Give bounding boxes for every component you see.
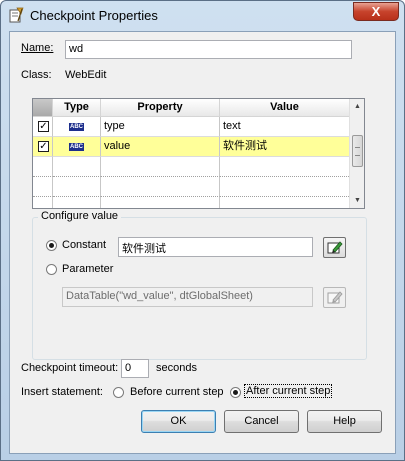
row-checkbox-cell[interactable]: ✓ bbox=[33, 137, 53, 157]
parameter-edit-button bbox=[323, 287, 346, 308]
scroll-down-icon[interactable]: ▼ bbox=[350, 193, 365, 208]
timeout-unit: seconds bbox=[156, 362, 197, 374]
row-checkbox-cell[interactable]: ✓ bbox=[33, 117, 53, 137]
cancel-button[interactable]: Cancel bbox=[224, 410, 299, 433]
after-current-step-label[interactable]: After current step bbox=[243, 384, 333, 398]
row-checkbox[interactable]: ✓ bbox=[38, 121, 49, 132]
text-type-icon: ABC bbox=[69, 123, 84, 131]
edit-icon bbox=[327, 241, 343, 254]
scroll-thumb[interactable] bbox=[352, 135, 363, 167]
constant-label[interactable]: Constant bbox=[62, 239, 106, 251]
empty-row bbox=[33, 157, 349, 177]
configure-value-title: Configure value bbox=[38, 210, 122, 222]
window-title: Checkpoint Properties bbox=[30, 8, 158, 23]
name-label: Name: bbox=[21, 42, 54, 54]
close-button[interactable]: X bbox=[353, 2, 399, 21]
grid-header-value[interactable]: Value bbox=[220, 99, 349, 117]
checkpoint-properties-dialog: Checkpoint Properties X Name: wd Class: … bbox=[0, 0, 405, 461]
scroll-up-icon[interactable]: ▲ bbox=[350, 99, 365, 114]
grid-header-property[interactable]: Property bbox=[101, 99, 220, 117]
before-current-step-label[interactable]: Before current step bbox=[130, 386, 224, 398]
before-current-step-radio[interactable] bbox=[113, 387, 124, 398]
table-row[interactable]: ✓ ABC type text bbox=[33, 117, 349, 137]
empty-row bbox=[33, 197, 349, 208]
constant-edit-button[interactable] bbox=[323, 237, 346, 258]
grid-scrollbar[interactable]: ▲ ▼ bbox=[349, 99, 364, 208]
row-type-cell: ABC bbox=[53, 137, 101, 157]
row-type-cell: ABC bbox=[53, 117, 101, 137]
name-input[interactable]: wd bbox=[65, 40, 352, 59]
insert-statement-label: Insert statement: bbox=[21, 386, 103, 398]
text-type-icon: ABC bbox=[69, 143, 84, 151]
row-value: text bbox=[220, 117, 349, 137]
after-current-step-radio[interactable] bbox=[230, 387, 241, 398]
checkpoint-icon bbox=[9, 7, 24, 23]
parameter-radio[interactable] bbox=[46, 264, 57, 275]
close-icon: X bbox=[371, 4, 381, 19]
grid-header-type[interactable]: Type bbox=[53, 99, 101, 117]
timeout-label: Checkpoint timeout: bbox=[21, 362, 119, 374]
ok-button[interactable]: OK bbox=[141, 410, 216, 433]
help-button[interactable]: Help bbox=[307, 410, 382, 433]
class-label: Class: bbox=[21, 69, 52, 81]
row-value: 软件测试 bbox=[220, 137, 349, 157]
empty-row bbox=[33, 177, 349, 197]
title-bar[interactable]: Checkpoint Properties X bbox=[1, 1, 404, 31]
row-property: value bbox=[101, 137, 220, 157]
constant-value-input[interactable]: 软件测试 bbox=[118, 237, 313, 257]
class-value: WebEdit bbox=[65, 69, 107, 81]
grid-header-corner bbox=[33, 99, 53, 117]
timeout-input[interactable]: 0 bbox=[121, 359, 149, 378]
row-property: type bbox=[101, 117, 220, 137]
row-checkbox[interactable]: ✓ bbox=[38, 141, 49, 152]
edit-icon bbox=[327, 291, 343, 304]
parameter-value-input: DataTable("wd_value", dtGlobalSheet) bbox=[62, 287, 313, 307]
parameter-label[interactable]: Parameter bbox=[62, 263, 113, 275]
properties-grid[interactable]: Type Property Value ✓ ABC type text ✓ AB… bbox=[32, 98, 365, 209]
dialog-body: Name: wd Class: WebEdit Type Property Va… bbox=[9, 31, 396, 454]
table-row-selected[interactable]: ✓ ABC value 软件测试 bbox=[33, 137, 349, 157]
constant-radio[interactable] bbox=[46, 240, 57, 251]
